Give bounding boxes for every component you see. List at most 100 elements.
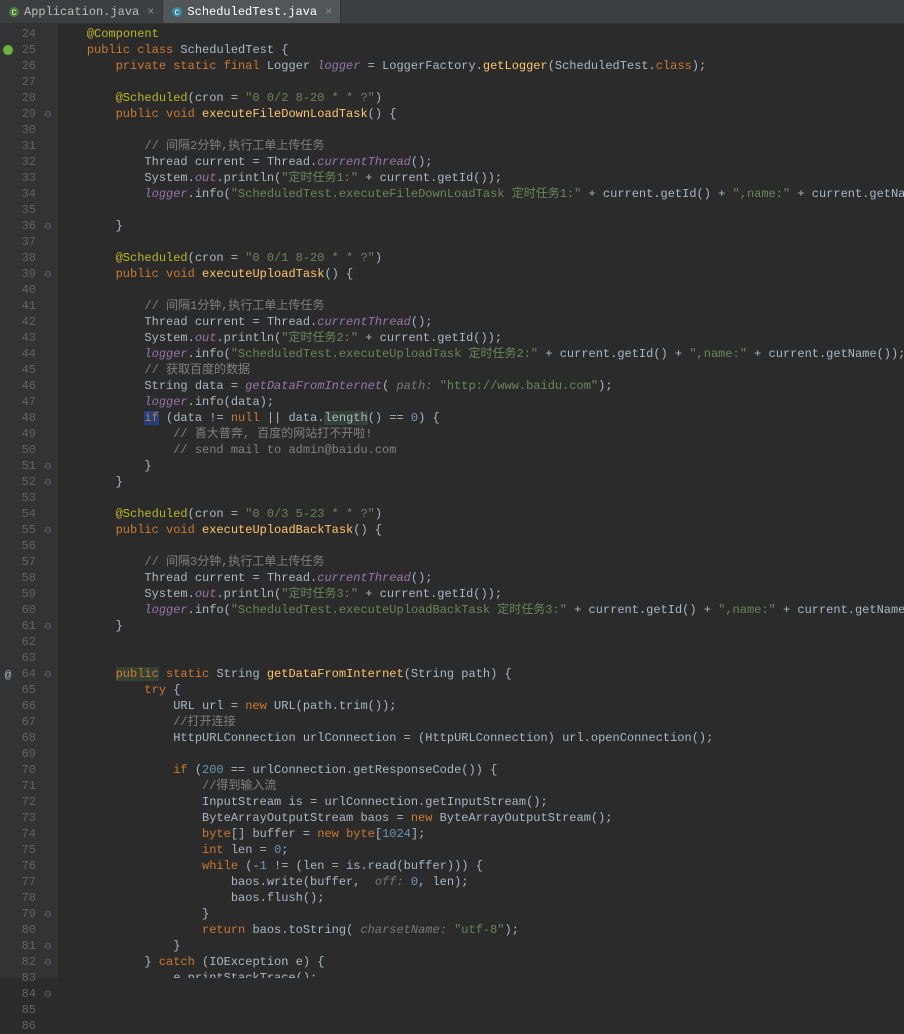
code-line[interactable]: } catch (IOException e) { [58, 954, 904, 970]
code-line[interactable]: Thread current = Thread.currentThread(); [58, 154, 904, 170]
code-line[interactable] [58, 74, 904, 90]
code-line[interactable]: if (200 == urlConnection.getResponseCode… [58, 762, 904, 778]
line-number: 67 [0, 714, 58, 730]
line-number: 86 [0, 1018, 58, 1034]
code-line[interactable] [58, 634, 904, 650]
code-line[interactable]: public void executeFileDownLoadTask() { [58, 106, 904, 122]
code-line[interactable]: // 喜大普奔, 百度的网站打不开啦! [58, 426, 904, 442]
line-number: 41 [0, 298, 58, 314]
code-line[interactable]: URL url = new URL(path.trim()); [58, 698, 904, 714]
spring-bean-icon[interactable] [2, 44, 14, 56]
code-line[interactable]: try { [58, 682, 904, 698]
line-number: 36⊖ [0, 218, 58, 234]
code-line[interactable]: //打开连接 [58, 714, 904, 730]
code-line[interactable] [58, 282, 904, 298]
code-line[interactable]: @Component [58, 26, 904, 42]
line-number: 25 [0, 42, 58, 58]
code-line[interactable]: //得到输入流 [58, 778, 904, 794]
code-line[interactable]: } [58, 474, 904, 490]
tab-scheduledtest-java[interactable]: C ScheduledTest.java × [163, 0, 341, 23]
code-line[interactable] [58, 202, 904, 218]
code-line[interactable]: @Scheduled(cron = "0 0/1 8-20 * * ?") [58, 250, 904, 266]
line-number: 35 [0, 202, 58, 218]
line-number: 45 [0, 362, 58, 378]
code-line[interactable]: } [58, 218, 904, 234]
code-line[interactable]: @Scheduled(cron = "0 0/2 8-20 * * ?") [58, 90, 904, 106]
code-line[interactable]: } [58, 938, 904, 954]
line-number: 56 [0, 538, 58, 554]
code-line[interactable]: int len = 0; [58, 842, 904, 858]
code-line[interactable]: private static final Logger logger = Log… [58, 58, 904, 74]
code-line[interactable]: // 间隔2分钟,执行工单上传任务 [58, 138, 904, 154]
code-line[interactable]: } [58, 458, 904, 474]
code-line[interactable] [58, 490, 904, 506]
code-line[interactable] [58, 234, 904, 250]
code-line[interactable]: Thread current = Thread.currentThread(); [58, 314, 904, 330]
line-number: 71 [0, 778, 58, 794]
code-line[interactable]: // send mail to admin@baidu.com [58, 442, 904, 458]
code-line[interactable] [58, 746, 904, 762]
line-number: 40 [0, 282, 58, 298]
code-line[interactable]: Thread current = Thread.currentThread(); [58, 570, 904, 586]
tab-bar: C Application.java × C ScheduledTest.jav… [0, 0, 904, 24]
tab-application-java[interactable]: C Application.java × [0, 0, 163, 23]
code-line[interactable]: ByteArrayOutputStream baos = new ByteArr… [58, 810, 904, 826]
code-line[interactable]: e.printStackTrace(); [58, 970, 904, 978]
line-number: 64⊖@ [0, 666, 58, 682]
line-number: 79⊖ [0, 906, 58, 922]
code-line[interactable]: } [58, 618, 904, 634]
code-line[interactable] [58, 538, 904, 554]
line-number: 81⊖ [0, 938, 58, 954]
close-icon[interactable]: × [147, 5, 154, 19]
line-number: 30 [0, 122, 58, 138]
code-line[interactable]: logger.info("ScheduledTest.executeUpload… [58, 602, 904, 618]
line-number: 44 [0, 346, 58, 362]
line-number: 69 [0, 746, 58, 762]
code-area[interactable]: @Component public class ScheduledTest { … [58, 24, 904, 978]
code-line[interactable]: logger.info(data); [58, 394, 904, 410]
code-line[interactable]: baos.write(buffer, off: 0, len); [58, 874, 904, 890]
close-icon[interactable]: × [325, 5, 332, 19]
code-line[interactable]: logger.info("ScheduledTest.executeFileDo… [58, 186, 904, 202]
java-class-icon: C [171, 6, 183, 18]
line-number: 68 [0, 730, 58, 746]
code-line[interactable] [58, 122, 904, 138]
code-line[interactable]: @Scheduled(cron = "0 0/3 5-23 * * ?") [58, 506, 904, 522]
line-number: 78 [0, 890, 58, 906]
code-line[interactable]: System.out.println("定时任务1:" + current.ge… [58, 170, 904, 186]
code-line[interactable]: String data = getDataFromInternet( path:… [58, 378, 904, 394]
line-number: 82⊖ [0, 954, 58, 970]
code-line[interactable]: HttpURLConnection urlConnection = (HttpU… [58, 730, 904, 746]
code-line[interactable]: return baos.toString( charsetName: "utf-… [58, 922, 904, 938]
code-line[interactable]: public void executeUploadTask() { [58, 266, 904, 282]
code-line[interactable]: InputStream is = urlConnection.getInputS… [58, 794, 904, 810]
line-number: 47 [0, 394, 58, 410]
code-line[interactable]: } [58, 906, 904, 922]
code-line[interactable]: while (-1 != (len = is.read(buffer))) { [58, 858, 904, 874]
code-line[interactable]: // 间隔3分钟,执行工单上传任务 [58, 554, 904, 570]
code-line[interactable]: byte[] buffer = new byte[1024]; [58, 826, 904, 842]
code-line[interactable]: System.out.println("定时任务2:" + current.ge… [58, 330, 904, 346]
line-number: 77 [0, 874, 58, 890]
code-line[interactable]: // 获取百度的数据 [58, 362, 904, 378]
tab-label: ScheduledTest.java [187, 5, 317, 19]
line-number: 53 [0, 490, 58, 506]
line-number: 51⊖ [0, 458, 58, 474]
line-number: 37 [0, 234, 58, 250]
code-line[interactable]: System.out.println("定时任务3:" + current.ge… [58, 586, 904, 602]
gutter[interactable]: 242526272829⊖30313233343536⊖373839⊖40414… [0, 24, 58, 978]
svg-text:C: C [12, 9, 17, 18]
code-line[interactable]: public static String getDataFromInternet… [58, 666, 904, 682]
line-number: 42 [0, 314, 58, 330]
line-number: 32 [0, 154, 58, 170]
code-line[interactable]: public class ScheduledTest { [58, 42, 904, 58]
code-line[interactable]: // 间隔1分钟,执行工单上传任务 [58, 298, 904, 314]
code-line[interactable]: if (data != null || data.length() == 0) … [58, 410, 904, 426]
line-number: 27 [0, 74, 58, 90]
code-line[interactable] [58, 650, 904, 666]
line-number: 63 [0, 650, 58, 666]
code-line[interactable]: public void executeUploadBackTask() { [58, 522, 904, 538]
code-line[interactable]: logger.info("ScheduledTest.executeUpload… [58, 346, 904, 362]
code-line[interactable]: baos.flush(); [58, 890, 904, 906]
annotation-icon[interactable]: @ [2, 668, 14, 680]
